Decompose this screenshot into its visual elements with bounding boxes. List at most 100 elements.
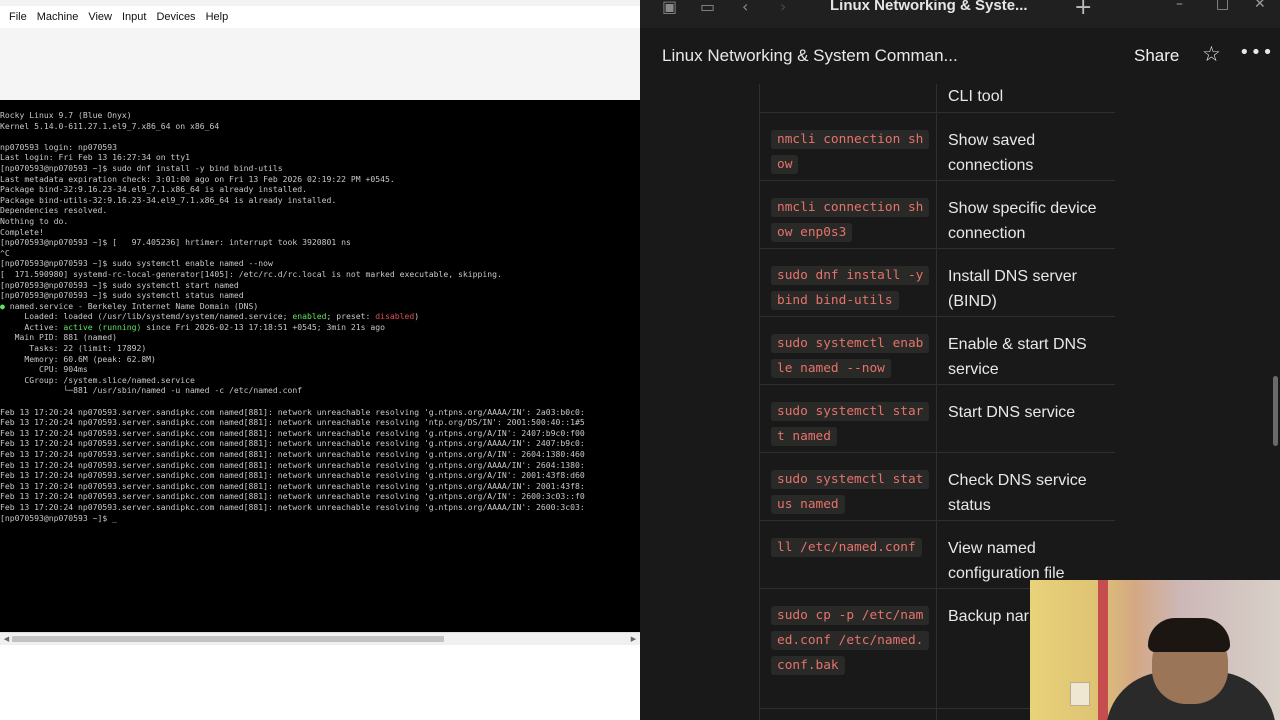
terminal-text: np070593 login: np070593 (0, 141, 117, 152)
terminal-output[interactable]: Rocky Linux 9.7 (Blue Onyx) Kernel 5.14.… (0, 100, 640, 523)
description-cell[interactable]: Show specific device connection (948, 181, 1108, 246)
terminal-text: Feb 13 17:20:24 np070593.server.sandipkc… (0, 480, 585, 491)
terminal-line: Complete! (0, 227, 44, 237)
description-cell[interactable]: Enable & start DNS service (948, 317, 1108, 382)
command-code[interactable]: sudo systemctl status named (771, 470, 930, 514)
terminal-line: np070593 login: np070593 (0, 142, 117, 152)
maximize-icon[interactable]: □ (1216, 0, 1229, 12)
terminal-text: [np070593@np070593 ~]$ sudo systemctl en… (0, 258, 273, 269)
terminal-line: [np070593@np070593 ~]$ _ (0, 513, 117, 523)
command-code[interactable]: sudo systemctl start named (771, 402, 930, 446)
description-cell[interactable]: Start DNS service (948, 385, 1108, 425)
command-code[interactable]: ll /etc/named.conf (771, 538, 922, 557)
terminal-line: [np070593@np070593 ~]$ sudo systemctl st… (0, 280, 239, 290)
command-cell[interactable]: sudo systemctl enable named --now (759, 317, 937, 384)
star-icon[interactable]: ☆ (1202, 42, 1221, 66)
description-cell[interactable]: Check DNS service status (948, 453, 1108, 518)
vm-toolbar-area (0, 28, 640, 100)
terminal-line: Nothing to do. (0, 216, 68, 226)
command-cell[interactable] (759, 84, 937, 112)
terminal-text: [np070593@np070593 ~]$ sudo systemctl st… (0, 290, 244, 301)
terminal-text: Last login: Fri Feb 13 16:27:34 on tty1 (0, 152, 191, 163)
terminal-text: [ 171.590980] systemd-rc-local-generator… (0, 268, 502, 279)
notion-logo-icon: ▣ (662, 0, 678, 16)
chevron-right-icon[interactable]: › (780, 0, 786, 16)
page-title[interactable]: Linux Networking & System Comman... (662, 46, 958, 66)
terminal-line: Feb 13 17:20:24 np070593.server.sandipkc… (0, 481, 585, 491)
terminal-line: Rocky Linux 9.7 (Blue Onyx) (0, 110, 132, 120)
command-cell[interactable]: nmcli connection show (759, 113, 937, 180)
terminal-line: └─881 /usr/sbin/named -u named -c /etc/n… (0, 385, 302, 395)
command-cell[interactable]: sudo dnf install -y bind bind-utils (759, 249, 937, 316)
terminal-line: ^C (0, 248, 10, 258)
terminal-text: Feb 13 17:20:24 np070593.server.sandipkc… (0, 449, 585, 459)
webcam-person-hair (1148, 618, 1230, 652)
description-cell[interactable]: Install DNS server (BIND) (948, 249, 1108, 314)
command-code[interactable]: nmcli connection show (771, 130, 930, 174)
terminal-line: Feb 13 17:20:24 np070593.server.sandipkc… (0, 417, 585, 427)
notion-titlebar: ▣ ▭ ‹ › Linux Networking & Syste... + – … (640, 0, 1280, 28)
sidebar-toggle-icon[interactable]: ▭ (700, 0, 715, 16)
command-cell[interactable]: ll /etc/named.conf (759, 521, 937, 588)
minimize-icon[interactable]: – (1176, 0, 1183, 12)
description-cell[interactable]: Show saved connections (948, 113, 1108, 178)
terminal-line: [ 171.590980] systemd-rc-local-generator… (0, 269, 502, 279)
menu-file[interactable]: File (4, 11, 32, 23)
terminal-line: Feb 13 17:20:24 np070593.server.sandipkc… (0, 428, 585, 438)
command-code[interactable]: sudo cp -p /etc/named.conf /etc/named.co… (771, 606, 930, 675)
close-icon[interactable]: ✕ (1254, 0, 1266, 12)
terminal-line: Feb 13 17:20:24 np070593.server.sandipkc… (0, 407, 585, 417)
description-cell[interactable]: View named configuration file (948, 521, 1108, 586)
command-cell[interactable] (759, 709, 937, 720)
webcam-switchboard (1070, 682, 1090, 706)
table-row: sudo dnf install -y bind bind-utils Insta… (759, 249, 1115, 317)
terminal-line: Memory: 60.6M (peak: 62.8M) (0, 354, 156, 364)
command-cell[interactable]: sudo cp -p /etc/named.conf /etc/named.co… (759, 589, 937, 708)
scrollbar-thumb[interactable] (1273, 376, 1278, 446)
command-cell[interactable]: sudo systemctl start named (759, 385, 937, 452)
share-button[interactable]: Share (1134, 46, 1179, 66)
menu-view[interactable]: View (83, 11, 117, 23)
terminal-line: Loaded: loaded (/usr/lib/systemd/system/… (0, 311, 419, 321)
menu-input[interactable]: Input (117, 11, 151, 23)
terminal-text: Feb 13 17:20:24 np070593.server.sandipkc… (0, 417, 585, 428)
terminal-text: [np070593@np070593 ~]$ sudo dnf install … (0, 162, 283, 173)
terminal-text: Tasks: 22 (limit: 17892) (0, 343, 147, 354)
terminal-line: [np070593@np070593 ~]$ sudo dnf install … (0, 163, 283, 173)
table-row: nmcli connection show enp0s3 Show specifi… (759, 181, 1115, 249)
command-code[interactable]: sudo dnf install -y bind bind-utils (771, 266, 930, 310)
terminal-line: Feb 13 17:20:24 np070593.server.sandipkc… (0, 438, 585, 448)
menu-machine[interactable]: Machine (32, 11, 84, 23)
terminal-text: [np070593@np070593 ~]$ (0, 512, 113, 523)
menu-devices[interactable]: Devices (151, 11, 200, 23)
scrollbar-thumb[interactable] (12, 636, 444, 642)
menu-help[interactable]: Help (201, 11, 234, 23)
terminal-text: disabled (375, 311, 415, 322)
terminal-text: Feb 13 17:20:24 np070593.server.sandipkc… (0, 427, 585, 438)
terminal-text: Complete! (0, 226, 44, 237)
tab-title[interactable]: Linux Networking & Syste... (830, 0, 1028, 14)
terminal-text: Memory: 60.6M (peak: 62.8M) (0, 353, 156, 364)
terminal-line: Last metadata expiration check: 3:01:00 … (0, 174, 395, 184)
vm-horizontal-scrollbar[interactable]: ◀ ▶ (0, 632, 640, 645)
terminal-text: Feb 13 17:20:24 np070593.server.sandipkc… (0, 470, 585, 481)
chevron-left-icon[interactable]: ‹ (742, 0, 748, 16)
scroll-right-icon[interactable]: ▶ (627, 633, 640, 645)
command-cell[interactable]: sudo systemctl status named (759, 453, 937, 520)
more-icon[interactable]: ••• (1239, 42, 1274, 63)
terminal-text: Loaded: loaded (/usr/lib/systemd/system/… (0, 311, 293, 322)
terminal-text: Main PID: 881 (named) (0, 332, 117, 343)
terminal-text: Last metadata expiration check: 3:01:00 … (0, 173, 395, 184)
terminal-text: enabled (292, 311, 327, 322)
command-cell[interactable]: nmcli connection show enp0s3 (759, 181, 937, 248)
plus-icon[interactable]: + (1074, 0, 1092, 20)
command-code[interactable]: sudo systemctl enable named --now (771, 334, 930, 378)
command-code[interactable]: nmcli connection show enp0s3 (771, 198, 930, 242)
description-cell[interactable]: CLI tool (948, 84, 1108, 109)
terminal-text: ; preset: (326, 311, 376, 322)
vm-console-screen[interactable]: Rocky Linux 9.7 (Blue Onyx) Kernel 5.14.… (0, 100, 640, 632)
terminal-text: └─881 /usr/sbin/named -u named -c /etc/n… (0, 385, 303, 396)
terminal-text: Package bind-utils-32:9.16.23-34.el9_7.1… (0, 194, 337, 205)
terminal-line: Feb 13 17:20:24 np070593.server.sandipkc… (0, 460, 585, 470)
terminal-line: CPU: 904ms (0, 364, 88, 374)
